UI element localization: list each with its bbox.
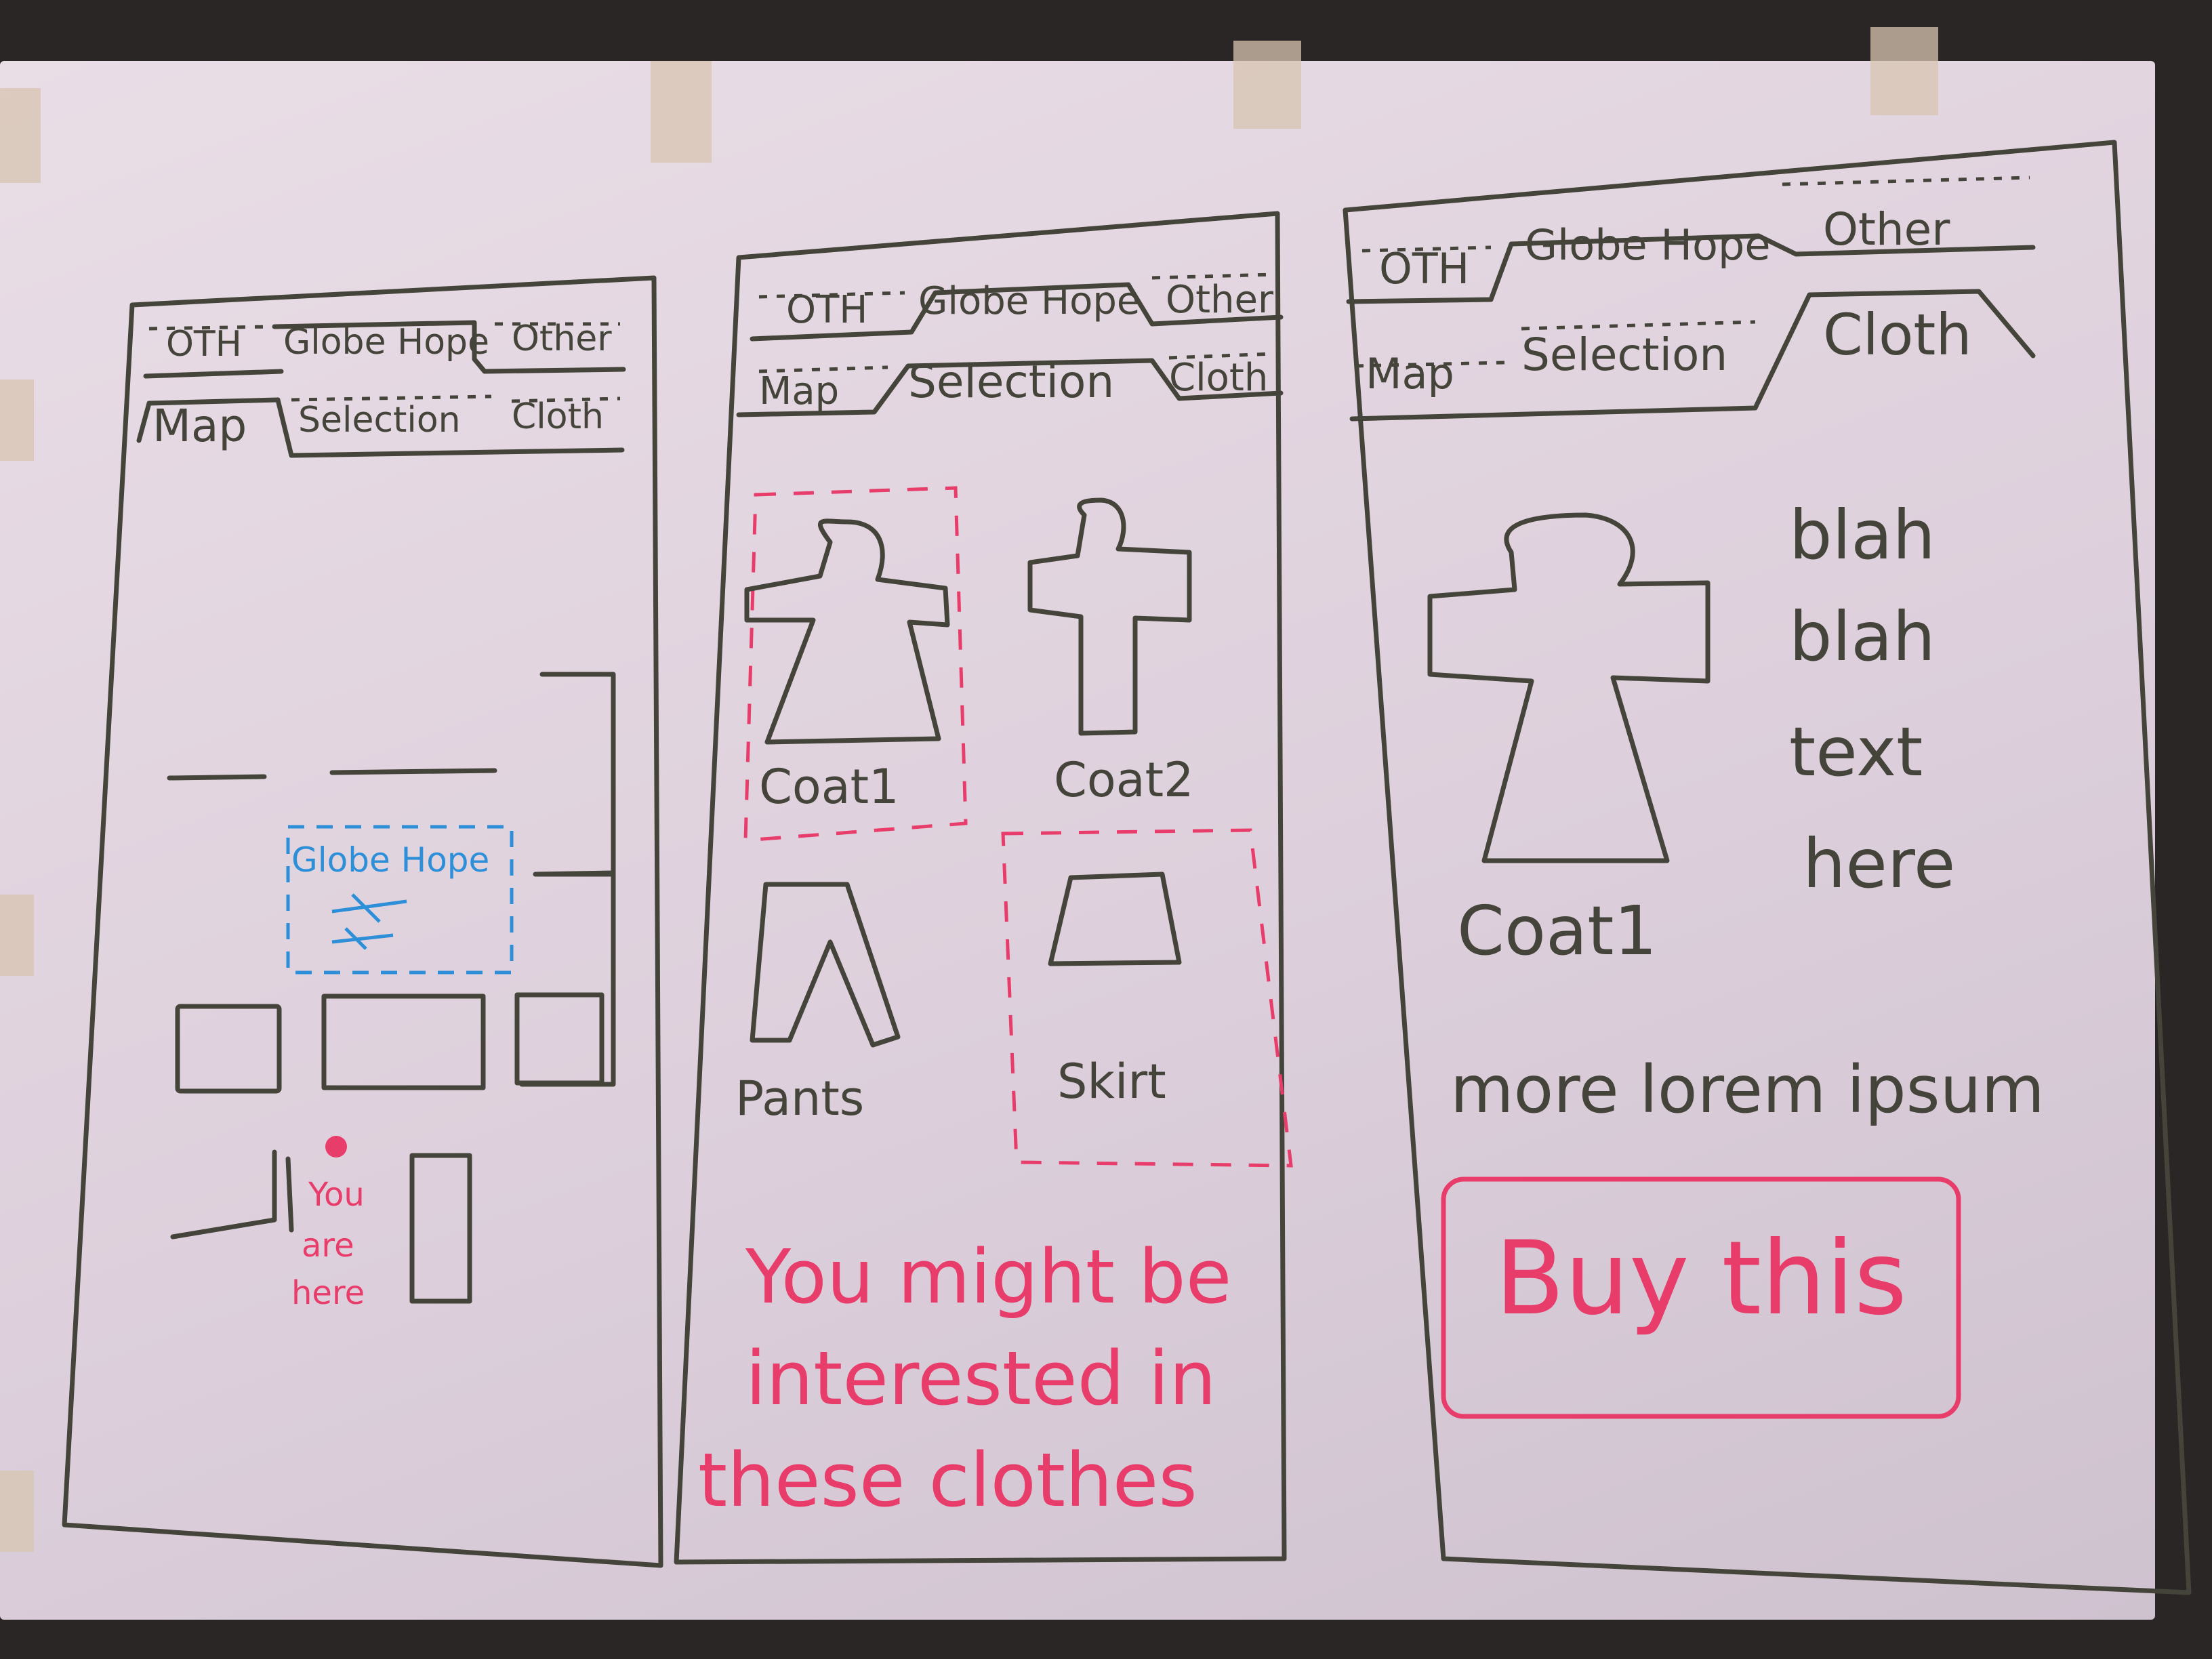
tab-map[interactable]: Map — [152, 400, 247, 452]
you-are-here-line3: here — [291, 1274, 365, 1312]
coat1-large-icon — [1427, 512, 1711, 863]
location-dot — [325, 1136, 347, 1158]
more-text: more lorem ipsum — [1450, 1052, 2045, 1128]
tab-cloth[interactable]: Cloth — [1169, 356, 1268, 400]
screen3-frame — [1343, 140, 2192, 1595]
description-line4: here — [1803, 824, 1956, 903]
tab-selection[interactable]: Selection — [908, 356, 1114, 408]
suggestion-line1: You might be — [745, 1233, 1232, 1320]
tab-other[interactable]: Other — [1823, 203, 1950, 255]
tab-oth[interactable]: OTH — [166, 324, 242, 365]
store-label[interactable]: Globe Hope — [291, 840, 489, 880]
item-label-coat1: Coat1 — [1457, 891, 1658, 970]
you-are-here-line2: are — [302, 1227, 354, 1265]
tab-oth[interactable]: OTH — [786, 288, 867, 332]
item-label-skirt[interactable]: Skirt — [1057, 1054, 1166, 1109]
item-label-coat1[interactable]: Coat1 — [759, 759, 899, 815]
tab-globe-hope[interactable]: Globe Hope — [283, 322, 489, 363]
tab-other[interactable]: Other — [512, 319, 612, 359]
coat2-icon — [1027, 497, 1192, 736]
description-line3: text — [1789, 712, 1923, 792]
tab-globe-hope[interactable]: Globe Hope — [918, 279, 1140, 323]
tab-cloth[interactable]: Cloth — [1823, 302, 1972, 368]
skirt-icon — [1048, 872, 1182, 966]
buy-button[interactable]: Buy this — [1484, 1220, 1918, 1338]
tab-cloth[interactable]: Cloth — [512, 396, 604, 437]
item-label-coat2[interactable]: Coat2 — [1054, 752, 1194, 808]
description-line2: blah — [1789, 597, 1936, 676]
item-label-pants[interactable]: Pants — [735, 1071, 864, 1126]
tab-map[interactable]: Map — [759, 369, 839, 413]
tab-map[interactable]: Map — [1366, 349, 1454, 398]
tab-other[interactable]: Other — [1166, 278, 1273, 322]
tab-globe-hope[interactable]: Globe Hope — [1525, 220, 1770, 270]
tab-oth[interactable]: OTH — [1379, 244, 1469, 293]
coat1-icon — [744, 518, 950, 745]
suggestion-line3: these clothes — [698, 1437, 1197, 1523]
description-line1: blah — [1789, 495, 1936, 575]
pants-icon — [750, 882, 901, 1048]
tab-selection[interactable]: Selection — [1521, 329, 1727, 381]
suggestion-line2: interested in — [745, 1335, 1216, 1422]
tab-selection[interactable]: Selection — [298, 400, 461, 441]
you-are-here-line1: You — [308, 1176, 365, 1214]
screen1-frame — [62, 275, 663, 1568]
